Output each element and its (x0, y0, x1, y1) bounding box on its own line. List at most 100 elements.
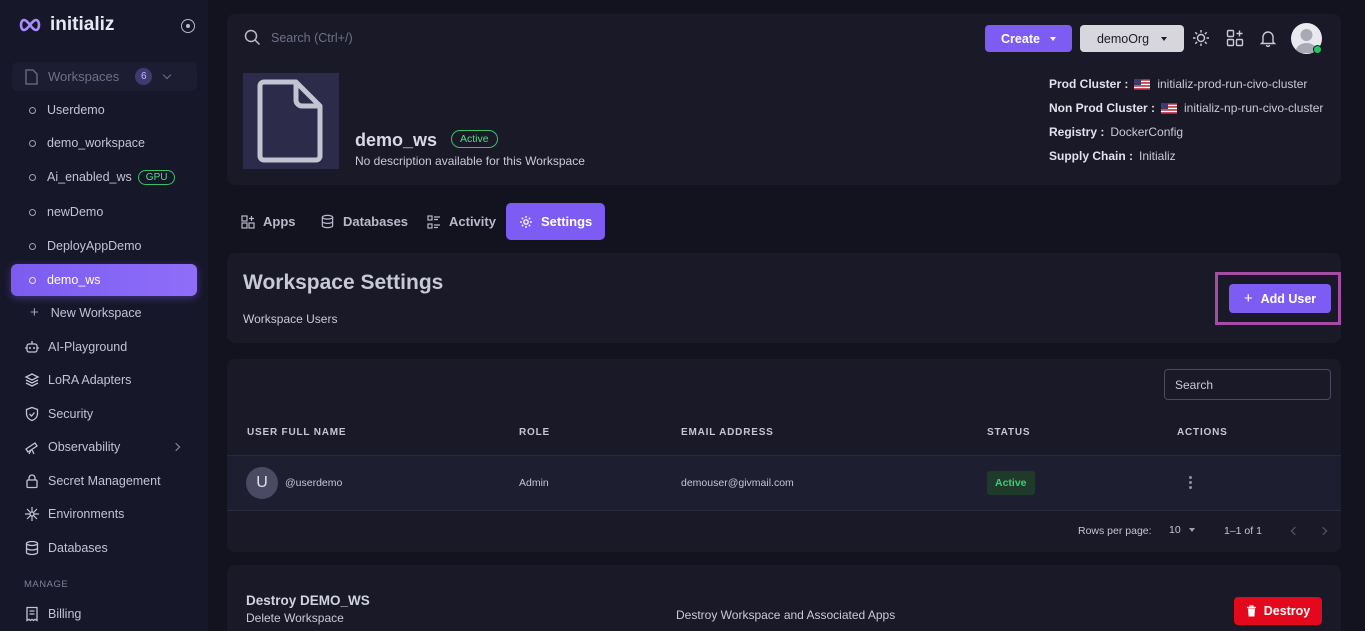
meta-value: initializ-prod-run-civo-cluster (1157, 77, 1308, 91)
sidebar-item-environments[interactable]: Environments (23, 504, 193, 524)
column-header-status[interactable]: STATUS (987, 427, 1030, 438)
workspace-description: No description available for this Worksp… (355, 154, 585, 168)
sidebar-item-label: Observability (48, 440, 121, 454)
sidebar-item-billing[interactable]: Billing (23, 604, 193, 624)
logo[interactable]: initializ (18, 14, 114, 36)
new-workspace-button[interactable]: + New Workspace (30, 304, 142, 321)
sidebar-workspaces-toggle[interactable]: Workspaces 6 (12, 62, 197, 91)
sun-icon[interactable] (1192, 29, 1210, 47)
database-icon (23, 540, 40, 557)
workspace-settings-card (227, 253, 1341, 343)
sidebar-item-label: Security (48, 407, 94, 421)
user-name-cell: @userdemo (285, 477, 343, 489)
user-email-cell: demouser@givmail.com (681, 477, 794, 489)
manage-section-label: MANAGE (24, 579, 69, 590)
workspace-item-demo-workspace[interactable]: demo_workspace (11, 127, 197, 159)
circle-icon (29, 242, 36, 250)
caret-down-icon (1049, 36, 1056, 41)
gpu-badge: GPU (137, 169, 176, 185)
workspace-thumbnail (243, 73, 339, 169)
cluster-icon (23, 506, 40, 523)
user-initial-avatar: U (246, 467, 278, 499)
us-flag-icon (1134, 78, 1151, 90)
meta-label: Registry : (1049, 125, 1105, 139)
create-button-label: Create (1001, 31, 1040, 46)
tab-databases[interactable]: Databases (320, 203, 408, 240)
sidebar-item-lora-adapters[interactable]: LoRA Adapters (23, 370, 193, 390)
page-scrollbar[interactable] (1353, 0, 1365, 631)
apps-icon (241, 214, 255, 229)
logo-text: initializ (50, 14, 115, 35)
sidebar-item-databases[interactable]: Databases (23, 538, 193, 558)
tab-settings[interactable]: Settings (506, 203, 606, 240)
circle-icon (29, 276, 36, 284)
sidebar: initializ Workspaces 6 Userdemo demo_wor… (0, 0, 208, 631)
pagination-range: 1–1 of 1 (1224, 525, 1262, 537)
meta-label: Non Prod Cluster : (1049, 101, 1156, 115)
trash-icon (1246, 605, 1256, 617)
meta-label: Prod Cluster : (1049, 77, 1129, 91)
chevron-right-icon (171, 442, 181, 452)
workspace-item-ai-enabled-ws[interactable]: Ai_enabled_ws GPU (11, 161, 197, 193)
sidebar-item-security[interactable]: Security (23, 404, 193, 424)
file-icon (25, 68, 38, 85)
circle-icon (29, 139, 36, 147)
robot-icon (23, 339, 40, 356)
user-status-badge: Active (987, 471, 1035, 495)
workspace-item-userdemo[interactable]: Userdemo (11, 94, 197, 126)
meta-value: Initializ (1139, 149, 1176, 163)
workspace-item-deployappdemo[interactable]: DeployAppDemo (11, 230, 197, 262)
add-user-label: Add User (1260, 291, 1317, 306)
destroy-button[interactable]: Destroy (1234, 597, 1322, 625)
receipt-icon (23, 606, 40, 623)
column-header-email-address[interactable]: EMAIL ADDRESS (681, 427, 774, 438)
destroy-subtitle: Delete Workspace (246, 611, 344, 625)
sidebar-item-ai-playground[interactable]: AI-Playground (23, 337, 193, 357)
global-search-placeholder: Search (Ctrl+/) (271, 30, 353, 45)
workspace-item-label: Ai_enabled_ws (47, 170, 132, 184)
meta-value: initializ-np-run-civo-cluster (1184, 101, 1324, 115)
column-header-role[interactable]: ROLE (519, 427, 550, 438)
us-flag-icon (1161, 102, 1178, 114)
sidebar-item-label: Billing (48, 607, 82, 621)
bell-icon[interactable] (1259, 29, 1277, 47)
more-actions-icon[interactable] (1189, 476, 1193, 489)
workspace-item-newdemo[interactable]: newDemo (11, 196, 197, 228)
sidebar-item-label: Databases (48, 541, 108, 555)
sidebar-item-observability[interactable]: Observability (23, 437, 193, 457)
users-search-input[interactable] (1164, 369, 1331, 400)
column-header-user-full-name[interactable]: USER FULL NAME (247, 427, 346, 438)
global-search[interactable]: Search (Ctrl+/) (244, 29, 353, 46)
tab-apps[interactable]: Apps (241, 203, 296, 240)
add-user-button[interactable]: + Add User (1229, 284, 1331, 313)
destroy-button-label: Destroy (1263, 604, 1311, 618)
circle-icon (29, 208, 36, 216)
apps-grid-icon[interactable] (1226, 29, 1244, 47)
rows-per-page-select[interactable]: 10 (1169, 524, 1195, 536)
sidebar-item-label: Secret Management (48, 474, 161, 488)
prod-cluster-info: Prod Cluster : initializ-prod-run-civo-cl… (1049, 77, 1307, 91)
search-icon (244, 29, 261, 46)
sidebar-collapse-icon[interactable] (181, 19, 195, 33)
meta-value: DockerConfig (1110, 125, 1184, 139)
sidebar-item-secret-management[interactable]: Secret Management (23, 471, 193, 491)
org-selector[interactable]: demoOrg (1080, 25, 1184, 52)
caret-down-icon (1161, 36, 1168, 41)
settings-title: Workspace Settings (243, 271, 444, 294)
document-icon (257, 79, 323, 163)
plus-icon: + (30, 304, 39, 321)
rows-per-page-value: 10 (1169, 524, 1181, 536)
workspace-item-label: demo_ws (47, 273, 101, 287)
online-status-dot (1313, 45, 1322, 54)
tab-activity[interactable]: Activity (427, 203, 496, 240)
lock-icon (23, 473, 40, 490)
plus-icon: + (1243, 290, 1253, 307)
registry-info: Registry : DockerConfig (1049, 125, 1183, 139)
workspace-name: demo_ws (355, 130, 438, 150)
shield-icon (23, 406, 40, 423)
destroy-description: Destroy Workspace and Associated Apps (676, 608, 896, 622)
circle-icon (29, 106, 36, 114)
workspace-item-demo-ws[interactable]: demo_ws (11, 264, 197, 296)
workspace-status-badge: Active (451, 130, 498, 148)
create-button[interactable]: Create (985, 25, 1072, 52)
